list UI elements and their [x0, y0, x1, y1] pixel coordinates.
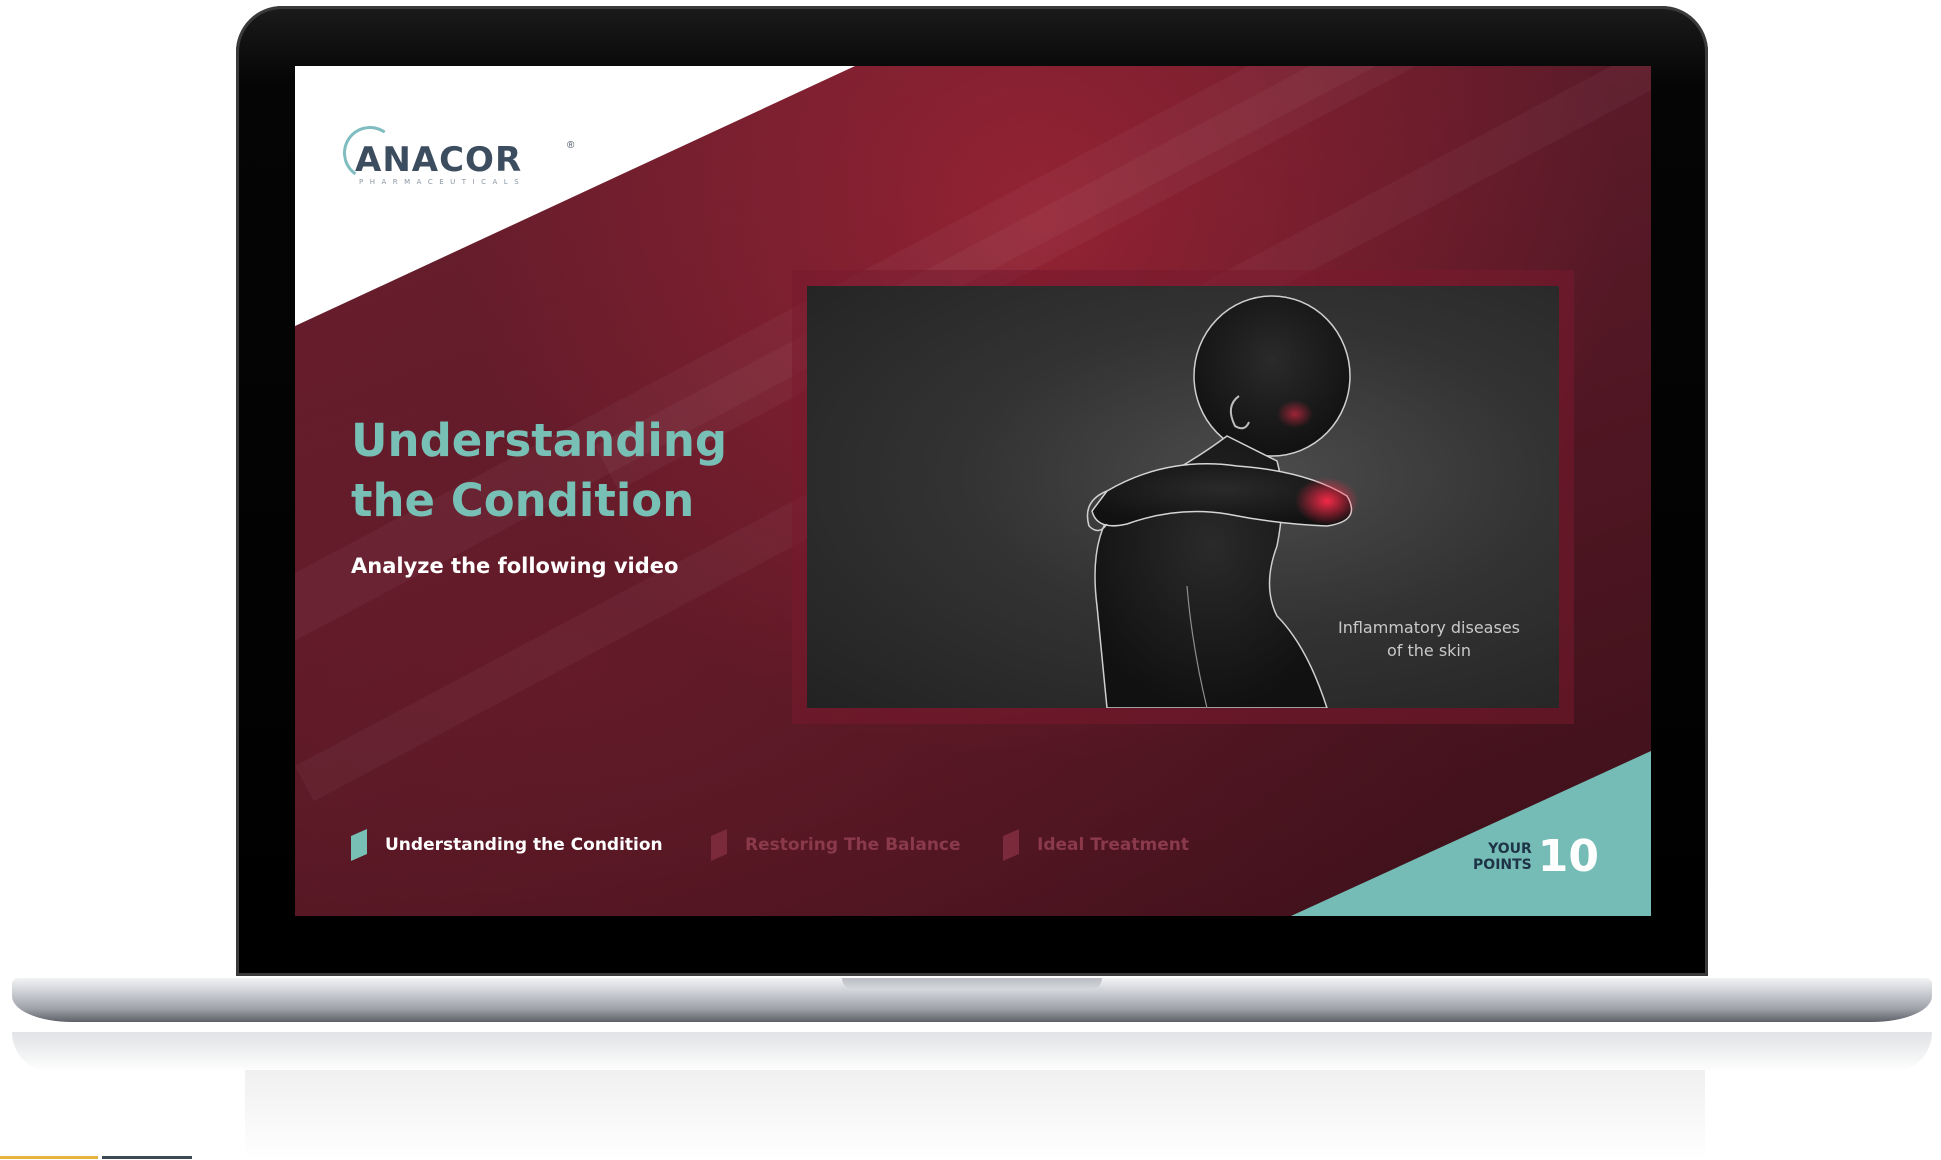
video-player[interactable]: Inflammatory diseases of the skin — [807, 286, 1559, 708]
decorative-line-dark — [102, 1156, 192, 1159]
page-subtitle: Analyze the following video — [351, 554, 679, 578]
points-label-line-2: POINTS — [1473, 857, 1532, 873]
decorative-line-gold — [0, 1156, 98, 1159]
video-caption: Inflammatory diseases of the skin — [1337, 618, 1520, 660]
points-display: YOUR POINTS 10 — [1473, 832, 1599, 882]
points-label-line-1: YOUR — [1488, 841, 1532, 857]
nav-marker-icon — [351, 829, 367, 861]
nav-item-ideal-treatment[interactable]: Ideal Treatment — [1003, 828, 1189, 862]
laptop-base — [12, 978, 1932, 1022]
logo-registered-mark: ® — [567, 140, 575, 151]
laptop-notch — [842, 978, 1102, 990]
nav-marker-icon — [1003, 829, 1019, 861]
nav-item-label: Restoring The Balance — [745, 835, 961, 855]
anacor-logo: ANACOR ® PHARMACEUTICALS — [338, 121, 581, 188]
points-label: YOUR POINTS — [1473, 841, 1532, 873]
nav-item-restoring-the-balance[interactable]: Restoring The Balance — [711, 828, 961, 862]
white-corner-panel — [295, 66, 855, 326]
page-title: Understanding the Condition — [351, 414, 728, 527]
logo-tagline: PHARMACEUTICALS — [359, 178, 526, 186]
laptop-reflection — [12, 1032, 1932, 1072]
points-value: 10 — [1537, 831, 1599, 882]
logo-wordmark: ANACOR — [355, 140, 523, 180]
course-screen: ANACOR ® PHARMACEUTICALS Understanding t… — [295, 66, 1651, 916]
nav-marker-icon — [711, 829, 727, 861]
nav-item-label: Understanding the Condition — [385, 835, 663, 855]
laptop-shadow — [245, 1070, 1705, 1160]
nav-item-label: Ideal Treatment — [1037, 835, 1189, 855]
nav-item-understanding-the-condition[interactable]: Understanding the Condition — [351, 828, 663, 862]
